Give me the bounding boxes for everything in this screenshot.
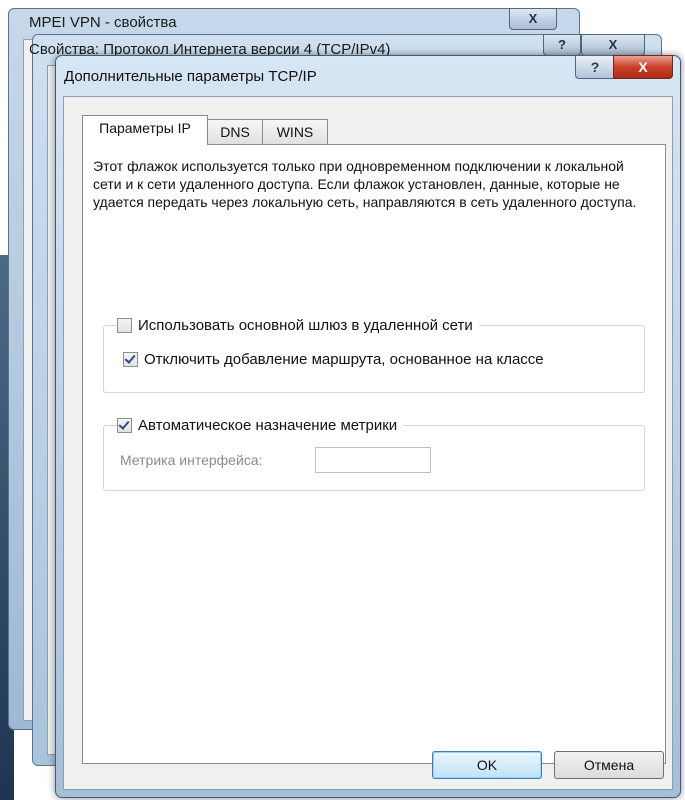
advanced-tcpip-dialog: Дополнительные параметры TCP/IP ? X Пара… <box>55 55 681 798</box>
close-button[interactable]: X <box>613 55 673 79</box>
ok-button[interactable]: OK <box>432 751 542 779</box>
description-text: Этот флажок используется только при одно… <box>93 158 637 210</box>
cancel-button[interactable]: Отмена <box>554 751 664 779</box>
ipv4-close-button[interactable]: X <box>581 34 645 56</box>
auto-metric-option[interactable]: Автоматическое назначение метрики <box>117 417 404 434</box>
interface-metric-label: Метрика интерфейса: <box>120 452 263 468</box>
disable-class-route-checkbox[interactable] <box>123 352 138 367</box>
dialog-title: Дополнительные параметры TCP/IP <box>64 68 317 85</box>
tab-panel-ip-settings: Этот флажок используется только при одно… <box>82 144 666 764</box>
tab-dns[interactable]: DNS <box>206 119 264 144</box>
auto-metric-label: Автоматическое назначение метрики <box>138 417 398 434</box>
disable-class-route-label: Отключить добавление маршрута, основанно… <box>144 351 544 368</box>
use-default-gateway-checkbox[interactable] <box>117 318 132 333</box>
tab-wins[interactable]: WINS <box>262 119 328 144</box>
use-default-gateway-label: Использовать основной шлюз в удаленной с… <box>138 317 473 334</box>
help-button[interactable]: ? <box>575 55 615 79</box>
interface-metric-input[interactable] <box>315 447 431 473</box>
use-default-gateway-option[interactable]: Использовать основной шлюз в удаленной с… <box>117 317 479 334</box>
disable-class-route-option[interactable]: Отключить добавление маршрута, основанно… <box>123 351 550 368</box>
auto-metric-checkbox[interactable] <box>117 418 132 433</box>
vpn-properties-title: MPEI VPN - свойства <box>29 14 177 31</box>
dialog-client-area: Параметры IP DNS WINS Этот флажок исполь… <box>63 96 673 790</box>
ipv4-help-button[interactable]: ? <box>543 34 581 56</box>
vpn-close-button[interactable]: X <box>509 8 557 30</box>
tab-ip-settings[interactable]: Параметры IP <box>82 115 208 145</box>
